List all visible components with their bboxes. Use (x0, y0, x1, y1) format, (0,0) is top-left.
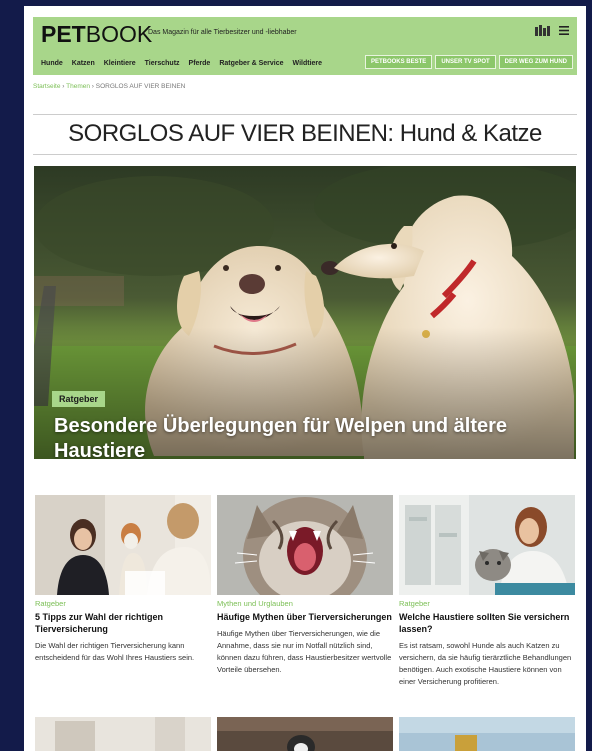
hero-title[interactable]: Besondere Überlegungen für Welpen und äl… (54, 414, 534, 459)
article-image[interactable] (217, 495, 393, 595)
nav-item-katzen[interactable]: Katzen (72, 60, 95, 67)
article-category[interactable]: Ratgeber (399, 599, 575, 608)
article-image[interactable] (399, 717, 575, 751)
article-image[interactable] (35, 717, 211, 751)
tagline: Das Magazin für alle Tierbesitzer und -l… (148, 29, 297, 36)
article-image[interactable] (399, 495, 575, 595)
header-icons (535, 25, 569, 39)
nav-item-ratgeber[interactable]: Ratgeber & Service (219, 60, 283, 67)
main-nav: Hunde Katzen Kleintiere Tierschutz Pferd… (33, 54, 577, 72)
petbook-logo[interactable]: PETBOOK (41, 20, 152, 48)
nav-button-weg-zum-hund[interactable]: DER WEG ZUM HUND (498, 55, 573, 69)
library-icon[interactable] (535, 25, 551, 39)
article-category[interactable]: Ratgeber (35, 599, 211, 608)
article-title[interactable]: Häufige Mythen über Tierversicherungen (217, 611, 393, 623)
article-card[interactable]: Ratgeber 5 Tipps zur Wahl der richtigen … (35, 495, 211, 664)
nav-item-kleintiere[interactable]: Kleintiere (104, 60, 136, 67)
article-image[interactable] (35, 495, 211, 595)
hero-category-badge[interactable]: Ratgeber (52, 391, 106, 407)
menu-icon[interactable] (559, 26, 569, 38)
nav-button-petbooks-beste[interactable]: PETBOOKS BESTE (364, 55, 433, 69)
hero-teaser[interactable]: Ratgeber Besondere Überlegungen für Welp… (34, 166, 576, 459)
page: PETBOOK Das Magazin für alle Tierbesitze… (24, 6, 586, 751)
article-description: Die Wahl der richtigen Tierversicherung … (35, 641, 195, 662)
article-category[interactable]: Mythen und Urglauben (217, 599, 393, 608)
breadcrumb: Startseite › Themen › SORGLOS AUF VIER B… (33, 83, 185, 90)
article-title[interactable]: Welche Haustiere sollten Sie versichern … (399, 611, 575, 635)
article-card[interactable]: Ratgeber Welche Haustiere sollten Sie ve… (399, 495, 575, 688)
breadcrumb-themes[interactable]: Themen (66, 83, 90, 90)
site-header: PETBOOK Das Magazin für alle Tierbesitze… (33, 17, 577, 75)
breadcrumb-current: SORGLOS AUF VIER BEINEN (95, 83, 186, 90)
article-description: Häufige Mythen über Tierversicherungen, … (217, 629, 392, 674)
article-image[interactable] (217, 717, 393, 751)
article-title[interactable]: 5 Tipps zur Wahl der richtigen Tierversi… (35, 611, 211, 635)
nav-item-tierschutz[interactable]: Tierschutz (145, 60, 180, 67)
divider (33, 114, 577, 115)
breadcrumb-home[interactable]: Startseite (33, 83, 60, 90)
nav-item-pferde[interactable]: Pferde (189, 60, 211, 67)
article-card[interactable]: Mythen und Urglauben Häufige Mythen über… (217, 495, 393, 676)
nav-item-wildtiere[interactable]: Wildtiere (293, 60, 323, 67)
page-title: SORGLOS AUF VIER BEINEN: Hund & Katze (68, 120, 542, 147)
nav-item-hunde[interactable]: Hunde (41, 60, 63, 67)
nav-button-tv-spot[interactable]: UNSER TV SPOT (435, 55, 496, 69)
divider (33, 154, 577, 155)
article-description: Es ist ratsam, sowohl Hunde als auch Kat… (399, 641, 572, 686)
